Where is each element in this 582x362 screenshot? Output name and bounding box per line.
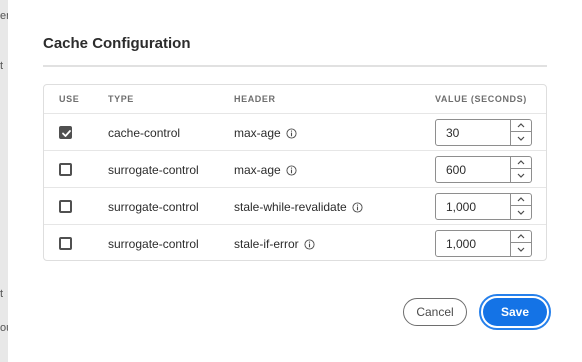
chevron-up-icon: [517, 234, 525, 239]
decrement-button[interactable]: [511, 169, 531, 181]
use-checkbox[interactable]: [59, 126, 72, 139]
value-input[interactable]: 30: [446, 126, 459, 140]
increment-button[interactable]: [511, 194, 531, 206]
cache-configuration-dialog: Cache Configuration USE TYPE HEADER VALU…: [8, 0, 582, 362]
type-cell: cache-control: [108, 126, 181, 140]
table-row: surrogate-control stale-while-revalidate…: [44, 187, 546, 224]
chevron-down-icon: [517, 247, 525, 252]
value-input[interactable]: 600: [446, 163, 466, 177]
stepper-buttons: [510, 194, 531, 219]
increment-button[interactable]: [511, 157, 531, 169]
value-stepper[interactable]: 30: [435, 119, 532, 146]
column-header-value: VALUE (SECONDS): [435, 94, 527, 104]
stepper-buttons: [510, 120, 531, 145]
header-name: max-age: [234, 126, 281, 140]
decrement-button[interactable]: [511, 243, 531, 255]
chevron-down-icon: [517, 173, 525, 178]
save-button[interactable]: Save: [483, 298, 547, 326]
value-stepper[interactable]: 600: [435, 156, 532, 183]
type-cell: surrogate-control: [108, 237, 199, 251]
stepper-buttons: [510, 157, 531, 182]
header-cell: stale-if-error: [234, 237, 315, 251]
info-icon[interactable]: [286, 127, 297, 139]
chevron-down-icon: [517, 136, 525, 141]
value-input[interactable]: 1,000: [446, 237, 476, 251]
chevron-up-icon: [517, 197, 525, 202]
column-header-use: USE: [59, 94, 80, 104]
cancel-button[interactable]: Cancel: [403, 298, 467, 326]
table-row: surrogate-control stale-if-error 1,000: [44, 224, 546, 261]
type-cell: surrogate-control: [108, 200, 199, 214]
column-header-type: TYPE: [108, 94, 134, 104]
stepper-buttons: [510, 231, 531, 256]
decrement-button[interactable]: [511, 206, 531, 218]
cache-header-table: USE TYPE HEADER VALUE (SECONDS) cache-co…: [43, 84, 547, 261]
table-row: surrogate-control max-age 600: [44, 150, 546, 187]
info-icon[interactable]: [352, 201, 363, 213]
use-checkbox[interactable]: [59, 200, 72, 213]
increment-button[interactable]: [511, 120, 531, 132]
decrement-button[interactable]: [511, 132, 531, 144]
column-header-header: HEADER: [234, 94, 276, 104]
dialog-title: Cache Configuration: [43, 35, 191, 52]
chevron-down-icon: [517, 210, 525, 215]
value-stepper[interactable]: 1,000: [435, 230, 532, 257]
table-header-row: USE TYPE HEADER VALUE (SECONDS): [44, 85, 546, 113]
increment-button[interactable]: [511, 231, 531, 243]
checkmark-icon: [62, 130, 71, 137]
background-text: t: [0, 60, 4, 72]
value-input[interactable]: 1,000: [446, 200, 476, 214]
header-name: stale-if-error: [234, 237, 299, 251]
use-checkbox[interactable]: [59, 237, 72, 250]
value-stepper[interactable]: 1,000: [435, 193, 532, 220]
chevron-up-icon: [517, 123, 525, 128]
title-divider: [43, 65, 547, 67]
table-row: cache-control max-age 30: [44, 113, 546, 150]
chevron-up-icon: [517, 160, 525, 165]
type-cell: surrogate-control: [108, 163, 199, 177]
header-cell: max-age: [234, 163, 297, 177]
background-text: t: [0, 288, 4, 300]
info-icon[interactable]: [304, 238, 315, 250]
header-cell: max-age: [234, 126, 297, 140]
header-cell: stale-while-revalidate: [234, 200, 363, 214]
header-name: max-age: [234, 163, 281, 177]
use-checkbox[interactable]: [59, 163, 72, 176]
info-icon[interactable]: [286, 164, 297, 176]
header-name: stale-while-revalidate: [234, 200, 347, 214]
